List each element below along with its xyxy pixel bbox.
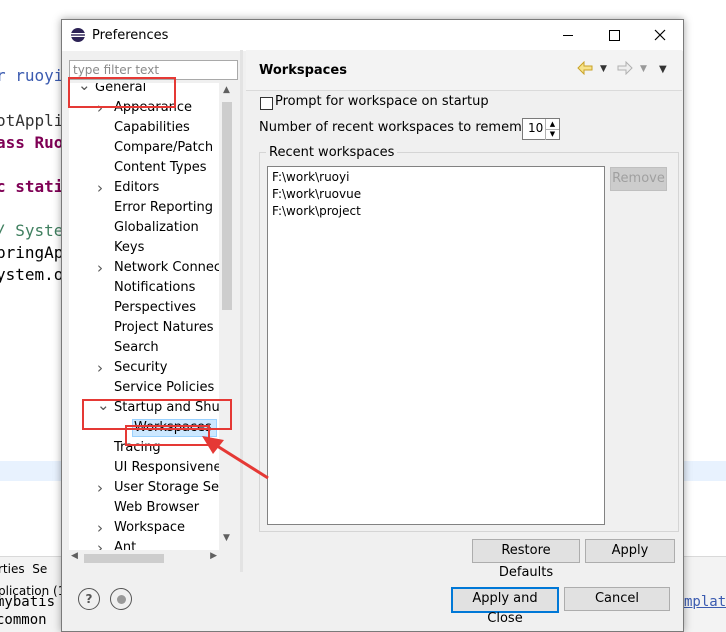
- recent-count-label: Number of recent workspaces to remember:: [259, 120, 548, 135]
- maximize-button[interactable]: [591, 20, 637, 51]
- chevron-right-icon[interactable]: ›: [97, 98, 103, 118]
- code-line: / Syste: [0, 221, 64, 240]
- import-export-icon[interactable]: [110, 588, 132, 610]
- scroll-down-icon[interactable]: ▼: [223, 533, 230, 543]
- restore-defaults-button[interactable]: Restore Defaults: [472, 539, 580, 580]
- list-item[interactable]: F:\work\ruovue: [272, 187, 361, 201]
- chevron-right-icon[interactable]: ›: [97, 178, 103, 198]
- splitter[interactable]: [240, 50, 243, 572]
- apply-and-close-button[interactable]: Apply and Close: [451, 587, 559, 626]
- tree-item-label: Compare/Patch: [114, 140, 214, 155]
- maximize-icon: [608, 30, 620, 41]
- chevron-right-icon[interactable]: ›: [97, 518, 103, 538]
- tree-vertical-thumb[interactable]: [222, 102, 232, 310]
- close-button[interactable]: [637, 20, 683, 51]
- chevron-down-icon[interactable]: ⌄: [78, 83, 91, 95]
- chevron-right-icon[interactable]: ›: [97, 478, 103, 498]
- back-arrow-icon[interactable]: [577, 60, 593, 79]
- eclipse-logo-icon: [70, 27, 86, 43]
- remove-button[interactable]: Remove: [610, 167, 667, 191]
- spin-down-icon[interactable]: ▼: [545, 129, 559, 140]
- scroll-up-icon[interactable]: ▲: [223, 85, 230, 95]
- chevron-right-icon[interactable]: ›: [97, 358, 103, 378]
- tree-item-label: Error Reporting: [114, 200, 214, 215]
- spin-up-icon[interactable]: ▲: [545, 119, 559, 129]
- background-link[interactable]: mplate: [684, 594, 726, 610]
- code-line: otAppli: [0, 111, 64, 130]
- tree-item-label: Security: [114, 360, 168, 375]
- tree-item-label: Startup and Shutd: [114, 400, 234, 415]
- recent-count-value[interactable]: 10: [528, 121, 543, 135]
- background-editor: r ruoyi otAppli ass Ruo c stati / Syste …: [0, 0, 64, 631]
- minimize-button[interactable]: [545, 20, 591, 51]
- filter-input[interactable]: type filter text: [69, 60, 238, 80]
- help-icon[interactable]: ?: [78, 588, 100, 610]
- page-title: Workspaces: [259, 63, 347, 78]
- code-line: ass Ruo: [0, 133, 64, 152]
- forward-menu-chevron-icon[interactable]: ▼: [640, 64, 647, 74]
- console-line: common: [0, 612, 47, 628]
- preference-tree: ⌄ General › Appearance Capabilities Compare/P…: [69, 83, 235, 563]
- preferences-dialog: Preferences type filter text ⌄ General › Ap…: [61, 19, 684, 632]
- tree-item-label: General: [95, 83, 147, 95]
- tree-item-label: Perspectives: [114, 300, 197, 315]
- code-line: r ruoyi: [0, 66, 64, 85]
- chevron-down-icon[interactable]: ⌄: [97, 395, 110, 415]
- recent-count-spinner[interactable]: 10 ▲ ▼: [522, 118, 560, 140]
- scroll-right-icon[interactable]: ▶: [210, 551, 217, 561]
- tree-horizontal-thumb[interactable]: [84, 554, 164, 563]
- minimize-icon: [563, 35, 573, 36]
- list-item[interactable]: F:\work\project: [272, 204, 361, 218]
- prompt-checkbox[interactable]: [260, 97, 273, 110]
- close-icon: [654, 26, 666, 45]
- tree-item-label: Service Policies: [114, 380, 215, 395]
- current-line-highlight-right: [683, 461, 726, 481]
- recent-workspaces-list[interactable]: F:\work\ruoyi F:\work\ruovue F:\work\pro…: [267, 166, 605, 525]
- tree-item-label: Content Types: [114, 160, 207, 175]
- console-line: mybatis: [0, 594, 56, 610]
- tree-item-label: Project Natures: [114, 320, 214, 335]
- tree-item-label: Tracing: [114, 440, 161, 455]
- code-line: ystem.o: [0, 265, 64, 284]
- tree-item-label: Globalization: [114, 220, 199, 235]
- scroll-left-icon[interactable]: ◀: [71, 551, 78, 561]
- tree-item-label: Editors: [114, 180, 160, 195]
- tree-item-label: Capabilities: [114, 120, 190, 135]
- tree-item-label: Appearance: [114, 100, 193, 115]
- list-item[interactable]: F:\work\ruoyi: [272, 170, 349, 184]
- code-line: pringAp: [0, 243, 64, 262]
- apply-button[interactable]: Apply: [585, 539, 675, 563]
- tree-item-label: Keys: [114, 240, 145, 255]
- tree-item-label: Network Connectio: [114, 260, 235, 275]
- code-line: c stati: [0, 177, 64, 196]
- view-menu-icon[interactable]: ▼: [659, 64, 667, 75]
- tree-item-label: Search: [114, 340, 159, 355]
- chevron-right-icon[interactable]: ›: [97, 258, 103, 278]
- bottom-tabs[interactable]: rties Se: [0, 562, 47, 576]
- title-bar: Preferences: [62, 20, 683, 51]
- cancel-button[interactable]: Cancel: [564, 587, 670, 611]
- prompt-label[interactable]: Prompt for workspace on startup: [275, 94, 489, 109]
- forward-arrow-icon[interactable]: [617, 60, 633, 79]
- recent-workspaces-label: Recent workspaces: [266, 145, 398, 160]
- tree-item-label: Notifications: [114, 280, 196, 295]
- back-menu-chevron-icon[interactable]: ▼: [600, 64, 607, 74]
- annotation-arrow-icon: [196, 430, 276, 489]
- tree-item-label: Web Browser: [114, 500, 200, 515]
- current-line-highlight: [0, 461, 62, 481]
- window-title: Preferences: [92, 28, 169, 43]
- tree-item-label: Workspace: [114, 520, 186, 535]
